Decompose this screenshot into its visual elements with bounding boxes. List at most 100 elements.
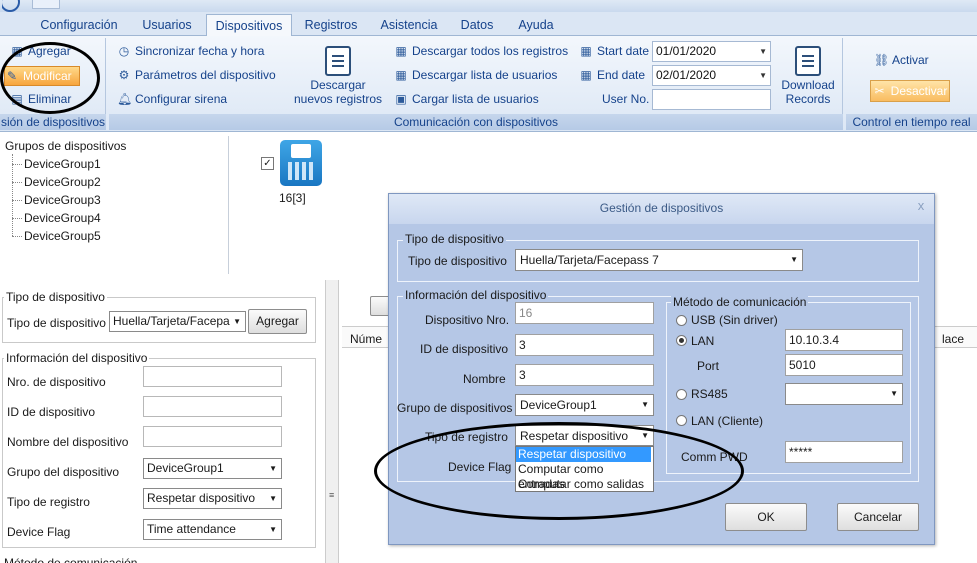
tree-root[interactable]: Grupos de dispositivos (5, 139, 126, 153)
tree-item-devicegroup2[interactable]: DeviceGroup2 (24, 175, 101, 189)
sync-time-button[interactable]: ◷ Sincronizar fecha y hora (117, 44, 265, 58)
activate-button[interactable]: ⛓ Activar (874, 53, 929, 67)
end-date-input[interactable]: 02/01/2020 ▼ (652, 65, 771, 86)
deactivate-button[interactable]: ✂ Desactivar (870, 80, 950, 102)
tab-datos[interactable]: Datos (454, 14, 500, 36)
start-date-input[interactable]: 01/01/2020 ▼ (652, 41, 771, 62)
comm-method-legend: Método de comunicación (671, 295, 809, 309)
usb-label: USB (Sin driver) (691, 313, 778, 327)
tree-item-devicegroup4[interactable]: DeviceGroup4 (24, 211, 101, 225)
ok-button[interactable]: OK (725, 503, 807, 531)
device-id-input[interactable] (143, 396, 282, 417)
config-siren-button[interactable]: 🔔︎ Configurar sirena (117, 92, 227, 106)
dialog-group-select[interactable]: DeviceGroup1 ▼ (515, 394, 654, 416)
user-no-input[interactable] (652, 89, 771, 110)
lan-client-radio[interactable] (676, 415, 687, 426)
column-header-right[interactable]: lace (942, 332, 964, 346)
annotation-ellipse-record-type (374, 422, 744, 520)
lan-radio[interactable] (676, 335, 687, 346)
calendar-icon: ▦ (580, 68, 592, 82)
column-header-number[interactable]: Núme (350, 332, 382, 346)
tree-connector (12, 200, 22, 201)
download-users-button[interactable]: ▦ Descargar lista de usuarios (394, 68, 557, 82)
comm-pwd-input[interactable]: ***** (785, 441, 903, 463)
device-type-legend: Tipo de dispositivo (4, 290, 107, 304)
tree-connector (12, 164, 22, 165)
tab-configuracion[interactable]: Configuración (32, 14, 126, 36)
chevron-down-icon: ▼ (641, 400, 649, 409)
dialog-type-label: Tipo de dispositivo (408, 254, 507, 268)
tab-dispositivos[interactable]: Dispositivos (206, 14, 292, 37)
download-all-records-button[interactable]: ▦ Descargar todos los registros (394, 44, 568, 58)
record-type-select[interactable]: Respetar dispositivo ▼ (143, 488, 282, 509)
device-checkbox[interactable]: ✓ (261, 157, 274, 170)
lan-ip-input[interactable]: 10.10.3.4 (785, 329, 903, 351)
tree-item-devicegroup3[interactable]: DeviceGroup3 (24, 193, 101, 207)
download-icon: ▦ (395, 44, 407, 58)
tab-asistencia[interactable]: Asistencia (372, 14, 446, 36)
chevron-down-icon: ▼ (233, 317, 241, 326)
app-logo-icon[interactable] (0, 0, 20, 12)
tab-usuarios[interactable]: Usuarios (134, 14, 200, 36)
dialog-name-input[interactable]: 3 (515, 364, 654, 386)
device-label: 16[3] (279, 191, 306, 205)
chevron-down-icon: ▼ (759, 47, 767, 56)
calendar-icon: ▦ (580, 44, 592, 58)
device-nro-input[interactable] (143, 366, 282, 387)
port-input[interactable]: 5010 (785, 354, 903, 376)
dialog-nro-label: Dispositivo Nro. (425, 313, 510, 327)
port-label: Port (697, 359, 720, 373)
upload-users-button[interactable]: ▣ Cargar lista de usuarios (394, 92, 538, 106)
lan-client-label: LAN (Cliente) (691, 414, 764, 428)
dialog-type-legend: Tipo de dispositivo (403, 232, 506, 246)
end-date-label: ▦ End date (580, 68, 646, 82)
cancel-button[interactable]: Cancelar (837, 503, 919, 531)
dialog-name-label: Nombre (463, 372, 506, 386)
rs485-label: RS485 (691, 387, 728, 401)
settings-icon: ⚙ (118, 68, 130, 82)
tree-connector (12, 182, 22, 183)
download-records-button[interactable]: Download Records (776, 46, 840, 106)
chevron-down-icon: ▼ (269, 464, 277, 473)
grip-icon: ≡ (329, 490, 335, 500)
ribbon-group-caption: Control en tiempo real (846, 114, 977, 130)
dialog-id-input[interactable]: 3 (515, 334, 654, 356)
upload-icon: ▣ (395, 92, 407, 106)
lan-label: LAN (691, 334, 715, 348)
device-flag-select[interactable]: Time attendance ▼ (143, 519, 282, 540)
user-no-label: User No. (602, 92, 650, 106)
ribbon-group-caption: sión de dispositivos (0, 114, 106, 130)
unlink-icon: ✂ (874, 84, 885, 98)
device-name-input[interactable] (143, 426, 282, 447)
rs485-port-select[interactable]: ▼ (785, 383, 903, 405)
device-id-label: ID de dispositivo (7, 405, 96, 419)
close-icon[interactable]: x (913, 198, 929, 214)
comm-method-legend-partial: Método de comunicación (4, 556, 138, 563)
download-new-records-button[interactable]: Descargar nuevos registros (290, 46, 386, 106)
dialog-group-label: Grupo de dispositivos (397, 401, 513, 415)
terminal-device-icon[interactable] (280, 140, 322, 186)
device-name-label: Nombre del dispositivo (7, 435, 129, 449)
tab-registros[interactable]: Registros (298, 14, 364, 36)
chevron-down-icon: ▼ (759, 71, 767, 80)
ribbon-group-caption: Comunicación con dispositivos (109, 114, 843, 130)
pane-splitter[interactable]: ≡ (325, 280, 339, 563)
tree-item-devicegroup1[interactable]: DeviceGroup1 (24, 157, 101, 171)
device-type-select[interactable]: Huella/Tarjeta/Facepa ▼ (109, 311, 246, 332)
document-icon (795, 46, 821, 76)
add-button[interactable]: Agregar (248, 309, 307, 334)
tab-ayuda[interactable]: Ayuda (508, 14, 564, 36)
dialog-info-legend: Información del dispositivo (403, 288, 549, 302)
start-date-label: ▦ Start date (580, 44, 650, 58)
dialog-type-select[interactable]: Huella/Tarjeta/Facepass 7 ▼ (515, 249, 803, 271)
tree-item-devicegroup5[interactable]: DeviceGroup5 (24, 229, 101, 243)
tree-connector (12, 218, 22, 219)
record-type-label: Tipo de registro (7, 495, 90, 509)
chevron-down-icon: ▼ (269, 494, 277, 503)
device-params-button[interactable]: ⚙ Parámetros del dispositivo (117, 68, 276, 82)
rs485-radio[interactable] (676, 389, 687, 400)
dialog-nro-input[interactable]: 16 (515, 302, 654, 324)
device-group-select[interactable]: DeviceGroup1 ▼ (143, 458, 282, 479)
usb-radio[interactable] (676, 315, 687, 326)
quick-access-toolbar[interactable] (32, 0, 60, 9)
